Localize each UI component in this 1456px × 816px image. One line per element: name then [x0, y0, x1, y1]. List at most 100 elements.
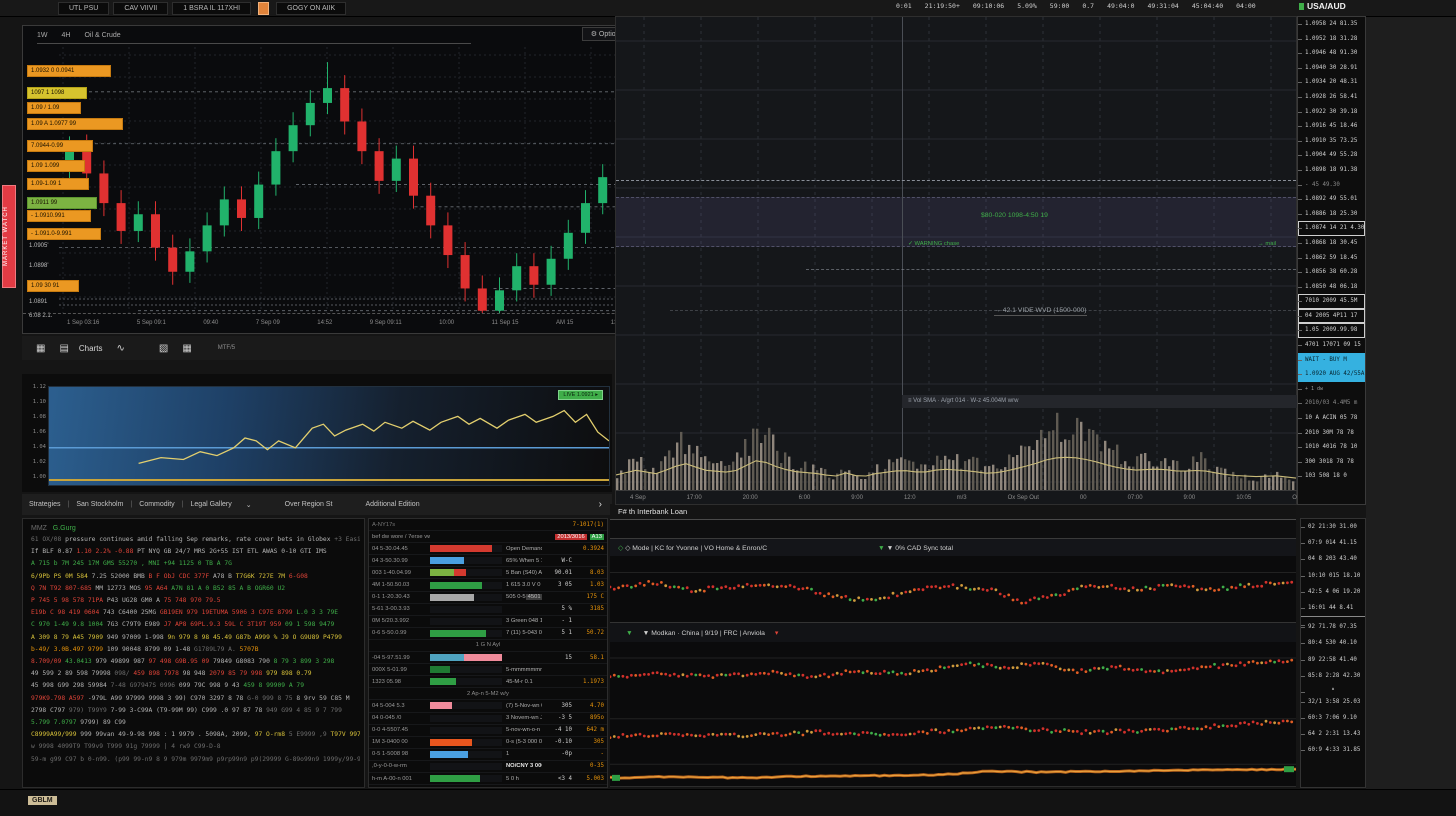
- breadcrumb-item[interactable]: San Stockholm: [76, 501, 123, 508]
- time-row[interactable]: 92 71.78 07.35: [1301, 619, 1365, 635]
- stats-row[interactable]: 0M 5/20.3.9923 Green 048 15 0- 1: [369, 616, 607, 628]
- rows-view-icon[interactable]: ▤: [59, 343, 68, 354]
- breadcrumb-item[interactable]: Strategies: [29, 501, 61, 508]
- ladder-row[interactable]: 1.0940 30 28.91: [1298, 61, 1365, 76]
- news-line[interactable]: 59-m g99 C97 b 0-n99. (p99 99-n9 8 9 979…: [31, 754, 360, 766]
- ladder-row[interactable]: 10 A ACIN 05 78: [1298, 411, 1365, 426]
- ladder-row[interactable]: 1.0910 35 73.25: [1298, 134, 1365, 149]
- stats-row[interactable]: 04 5-30.04.45Open Demand +0.110.3924: [369, 543, 607, 555]
- ladder-row[interactable]: 7010 2009 45.5M: [1298, 294, 1365, 309]
- order-price-tag[interactable]: 1.09 A 1.0977 99: [27, 118, 123, 130]
- breadcrumb-action[interactable]: Additional Edition: [366, 501, 420, 508]
- order-price-tag[interactable]: 1.0898': [27, 262, 71, 270]
- stats-row[interactable]: 0-1 1-20.30.43505 0-54501175 C: [369, 592, 607, 604]
- time-row[interactable]: 60:9 4:33 31.85: [1301, 742, 1365, 758]
- ladder-row[interactable]: 1.0862 59 18.45: [1298, 251, 1365, 266]
- stats-row[interactable]: 4M 1-50.50.031 615 3.0 V 0 =3 051.03: [369, 579, 607, 591]
- spark-header-right[interactable]: ▼ 0% CAD Sync total: [887, 545, 953, 552]
- order-price-tag[interactable]: - 1.091.0-9.991: [27, 228, 101, 240]
- ladder-row[interactable]: 1.0916 45 18.46: [1298, 119, 1365, 134]
- time-row[interactable]: 02 21:30 31.00: [1301, 519, 1365, 535]
- ladder-row[interactable]: WAIT - BUY M: [1298, 353, 1365, 368]
- order-price-tag[interactable]: 1.0911 99: [27, 197, 97, 209]
- ladder-row[interactable]: 1.0958 24 81.35: [1298, 17, 1365, 32]
- ladder-row[interactable]: 2010 30M 78 78: [1298, 426, 1365, 441]
- ladder-row[interactable]: 1010 4016 78 10: [1298, 440, 1365, 455]
- stats-row[interactable]: 1323 05.9845-M-r 0.11.1973: [369, 676, 607, 688]
- breadcrumb-action[interactable]: Over Region St: [285, 501, 333, 508]
- panel-icon[interactable]: ▦: [182, 343, 191, 354]
- ladder-row[interactable]: 1.0874 14 21 4.30 A: [1298, 221, 1365, 236]
- ladder-row[interactable]: 1.0850 48 06.18: [1298, 280, 1365, 295]
- macro-chart-panel[interactable]: $80-020 1098-4:50 19 ✓ WARNING chase → m…: [615, 16, 1297, 505]
- sparkline[interactable]: [610, 642, 1296, 707]
- ladder-row[interactable]: 1.0952 18 31.28: [1298, 32, 1365, 47]
- time-row[interactable]: 60:3 7:06 9.10: [1301, 710, 1365, 726]
- news-line[interactable]: 49 599 2 89 598 79998 098/ 459 898 7978 …: [31, 668, 360, 680]
- time-row[interactable]: 32/1 3:58 25.03: [1301, 694, 1365, 710]
- spark-header-left[interactable]: ◇ Mode | KC for Yvonne | VO Home & Enron…: [625, 545, 767, 552]
- news-line[interactable]: 61 OX/08 pressure continues amid falling…: [31, 534, 360, 546]
- ladder-row[interactable]: 1.0886 18 25.30: [1298, 207, 1365, 222]
- stats-row[interactable]: -04 5-97.51.991558.1: [369, 652, 607, 664]
- stats-row[interactable]: 04 3-50.30.9965% When 5 1 1W-C: [369, 555, 607, 567]
- ladder-row[interactable]: 04 2005 4P11 17: [1298, 309, 1365, 324]
- time-row[interactable]: 64 2 2:31 13.43: [1301, 726, 1365, 742]
- ladder-row[interactable]: 1.0928 26 58.41: [1298, 90, 1365, 105]
- time-ladder[interactable]: 02 21:30 31.0007:9 014 41.1504 8 203 43.…: [1300, 518, 1366, 788]
- stats-row[interactable]: 0-5 1-5008 981-0p-: [369, 749, 607, 761]
- sparkline[interactable]: [610, 706, 1296, 758]
- line-chart-plot[interactable]: LIVE 1.0921 ▸: [48, 386, 610, 486]
- stats-row[interactable]: 04 5-004 5.3(7) 5-Nov-wn 0-n 53054.70: [369, 700, 607, 712]
- order-price-tag[interactable]: - 1.0910.991: [27, 210, 91, 222]
- market-stats-panel[interactable]: A-NY17s7-1017(1)bef dw wore / 7erse vwyw…: [368, 518, 608, 788]
- ladder-row[interactable]: 1.0868 18 30.45: [1298, 236, 1365, 251]
- stats-row[interactable]: 1M 3-0400 000-s (5-3 000 00-n-0.10305: [369, 737, 607, 749]
- news-line[interactable]: b-49/ 3.0B.497 9799 109 90048 8799 09 1-…: [31, 644, 360, 656]
- top-tab[interactable]: GOGY ON AIIK: [276, 2, 346, 15]
- sparkline[interactable]: [610, 556, 1296, 623]
- time-row[interactable]: 42:5 4 06 19.20: [1301, 584, 1365, 600]
- time-row[interactable]: 16:01 44 8.41: [1301, 600, 1365, 616]
- order-price-tag[interactable]: 1.09-1.09 1: [27, 178, 89, 190]
- order-price-tag[interactable]: 1.09 / 1.09: [27, 102, 81, 114]
- timeframe-label[interactable]: Oil & Crude: [84, 32, 120, 39]
- ladder-row[interactable]: 300 3018 78 78: [1298, 455, 1365, 470]
- chevron-right-icon[interactable]: ›: [599, 499, 602, 510]
- top-tab[interactable]: CAV VIIVII: [113, 2, 168, 15]
- order-price-tag[interactable]: 7.0944-0.99: [27, 140, 93, 152]
- ladder-row[interactable]: - 45 49.30: [1298, 178, 1365, 193]
- time-row[interactable]: 07:9 014 41.15: [1301, 535, 1365, 551]
- news-line[interactable]: 45 998 G99 298 59984 7-48 G97947S 0996 0…: [31, 680, 360, 692]
- ladder-row[interactable]: + 1 dw: [1298, 382, 1365, 397]
- news-line[interactable]: C 970 1-49 9.8 1004 7G3 C79T9 E989 J7 AP…: [31, 619, 360, 631]
- news-line[interactable]: 8.709/09 43.0413 979 49899 987 97 498 G9…: [31, 656, 360, 668]
- sparkline[interactable]: [610, 757, 1296, 787]
- timeframe-label[interactable]: 4H: [62, 32, 71, 39]
- news-line[interactable]: P 745 5 98 578 71PA P43 UG28 GM0 A 75 74…: [31, 595, 360, 607]
- news-line[interactable]: A 715 b 7M 245 17M GMS 55270 , MNI +94 1…: [31, 558, 360, 570]
- stats-row[interactable]: 04 0-045 /03 Novem-wn Ja-n 5m-mm-n-3 589…: [369, 713, 607, 725]
- price-ladder[interactable]: 1.0958 24 81.351.0952 18 31.281.0946 48 …: [1297, 16, 1366, 505]
- ladder-row[interactable]: 103 508 18 0: [1298, 469, 1365, 484]
- top-tab[interactable]: UTL PSU: [58, 2, 109, 15]
- news-line[interactable]: E19b C 98 419 0604 743 C6400 25MG GB19EN…: [31, 607, 360, 619]
- grid-view-icon[interactable]: ▦: [36, 343, 45, 354]
- news-line[interactable]: A 309 8 79 A45 7909 949 97009 1-998 9n 9…: [31, 632, 360, 644]
- spark-section2-label[interactable]: ▼ Modkan · China | 9/19 | FRC | Anviola: [643, 630, 765, 637]
- order-price-tag[interactable]: 1.0905': [27, 242, 71, 250]
- stats-row[interactable]: h-m A-00-n 0015 0 h<3 45.003: [369, 773, 607, 785]
- stats-row[interactable]: 0-0 m-0-n 000-4 9520 0: [369, 785, 607, 788]
- ladder-row[interactable]: 1.0904 49 55.28: [1298, 148, 1365, 163]
- charts-label[interactable]: Charts: [79, 344, 103, 353]
- status-badge[interactable]: GBLM: [28, 796, 57, 805]
- caret-down-icon[interactable]: ▾: [775, 630, 778, 637]
- ladder-row[interactable]: 1.0892 49 55.01: [1298, 192, 1365, 207]
- ladder-row[interactable]: 1.05 2009.99.98: [1298, 323, 1365, 338]
- news-journal-panel[interactable]: MMZ G.Gurg 61 OX/08 pressure continues a…: [22, 518, 365, 788]
- volume-histogram[interactable]: [616, 395, 1296, 490]
- time-row[interactable]: 80:4 530 40.10: [1301, 635, 1365, 651]
- order-price-tag[interactable]: 1097 1 1098: [27, 87, 87, 99]
- breadcrumb-item[interactable]: Commodity: [139, 501, 174, 508]
- dropdown-caret-icon[interactable]: ⌄: [246, 501, 252, 509]
